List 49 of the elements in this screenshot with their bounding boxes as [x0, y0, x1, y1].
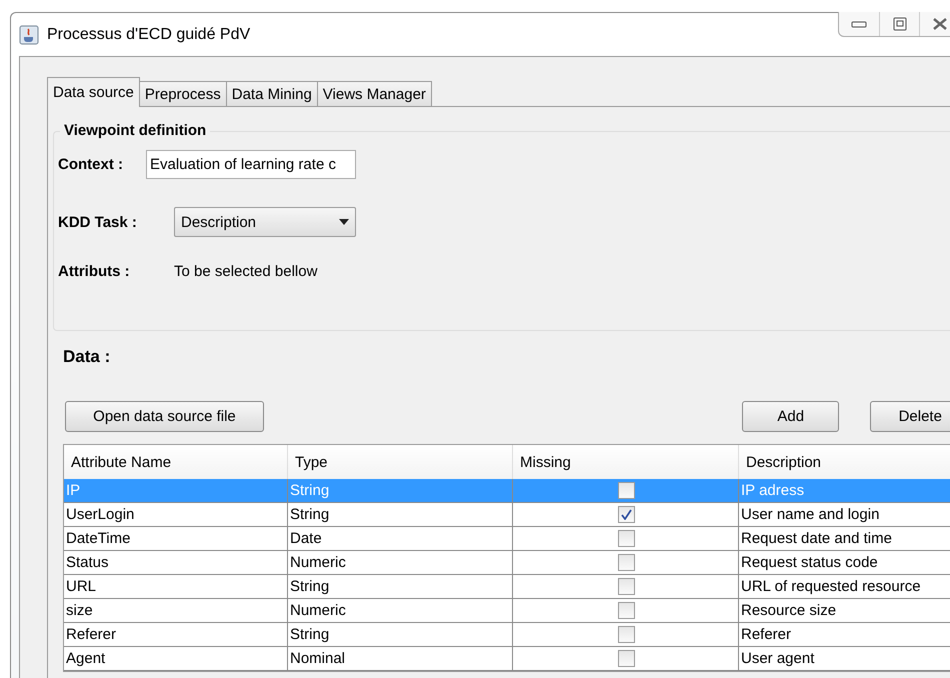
task-dropdown[interactable]: Description: [174, 207, 356, 237]
close-icon: [932, 17, 948, 31]
open-file-button[interactable]: Open data source file: [65, 401, 264, 432]
window-title: Processus d'ECD guidé PdV: [47, 26, 250, 44]
minimize-icon: [851, 20, 867, 28]
table-cell: Date: [288, 527, 513, 551]
tab[interactable]: Preprocess: [138, 81, 227, 107]
checkbox[interactable]: [618, 482, 635, 499]
table-cell: Numeric: [288, 599, 513, 623]
table-cell: Nominal: [288, 647, 513, 671]
add-button[interactable]: Add: [742, 401, 840, 432]
maximize-icon: [892, 17, 906, 31]
checkbox[interactable]: [618, 506, 635, 523]
table-cell: URL: [64, 575, 288, 599]
column-header[interactable]: Missing: [513, 445, 739, 479]
table-cell: size: [64, 599, 288, 623]
table-cell: Status: [64, 551, 288, 575]
checkbox[interactable]: [618, 530, 635, 547]
table-cell: String: [288, 623, 513, 647]
field-label: Context :: [58, 156, 124, 173]
table-cell: String: [288, 575, 513, 599]
tab[interactable]: Data source: [47, 77, 140, 107]
checkbox[interactable]: [618, 626, 635, 643]
table-cell: UserLogin: [64, 503, 288, 527]
table-cell: IP: [64, 479, 288, 503]
coffee-cup-icon: [19, 24, 39, 44]
table-cell: Numeric: [288, 551, 513, 575]
attributes-value: To be selected bellow: [174, 263, 318, 280]
context-field[interactable]: Evaluation of learning rate c: [146, 150, 356, 179]
column-header[interactable]: Attribute Name: [64, 445, 288, 479]
checkbox[interactable]: [618, 602, 635, 619]
table-cell: String: [288, 479, 513, 503]
tab[interactable]: Data Mining: [226, 81, 318, 107]
field-label: Attributs :: [58, 263, 131, 280]
tab[interactable]: Views Manager: [316, 81, 432, 107]
delete-button[interactable]: Delete: [870, 401, 950, 432]
table-cell: Referer: [64, 623, 288, 647]
field-label: KDD Task :: [58, 214, 138, 230]
group-title: Viewpoint definition: [60, 122, 210, 139]
table-cell: DateTime: [64, 527, 288, 551]
table-cell: Agent: [64, 647, 288, 671]
caret-icon: [339, 219, 349, 225]
table-cell: IP adress: [739, 479, 950, 503]
checkbox[interactable]: [618, 554, 635, 571]
checkbox[interactable]: [618, 578, 635, 595]
table-cell: String: [288, 503, 513, 527]
column-header[interactable]: Type: [288, 445, 513, 479]
section-title: Data :: [63, 347, 112, 367]
checkbox[interactable]: [618, 650, 635, 667]
